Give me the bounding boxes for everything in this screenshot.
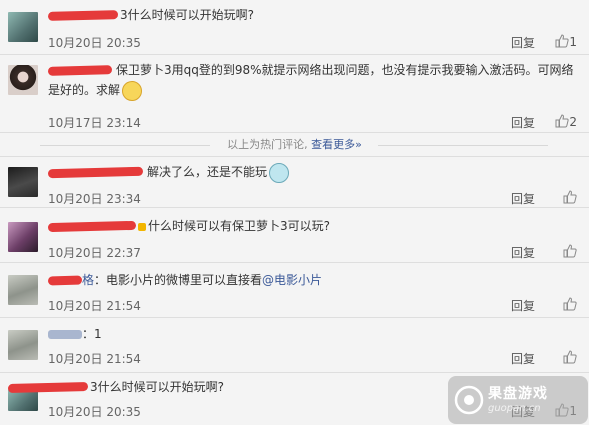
- user-avatar[interactable]: [8, 65, 38, 95]
- like-button[interactable]: 2: [543, 114, 577, 129]
- comment-time: 10月20日 23:34: [48, 192, 141, 206]
- divider-line-right: [378, 145, 548, 146]
- reply-button[interactable]: 回复: [511, 34, 535, 51]
- user-avatar[interactable]: [8, 167, 38, 197]
- reply-button[interactable]: 回复: [511, 350, 535, 367]
- comment-text: 1: [94, 327, 102, 341]
- user-avatar[interactable]: [8, 275, 38, 305]
- like-button[interactable]: 1: [543, 34, 577, 49]
- guopan-logo-icon: [454, 385, 484, 415]
- redacted-username: [7, 381, 89, 394]
- username-colon: ：: [82, 327, 95, 341]
- like-button[interactable]: [543, 297, 577, 312]
- like-count: 1: [569, 35, 577, 49]
- mention-link[interactable]: @电影小片: [262, 273, 322, 287]
- reply-button[interactable]: 回复: [511, 244, 535, 261]
- user-avatar[interactable]: [8, 222, 38, 252]
- comment-time: 10月20日 20:35: [48, 36, 141, 50]
- thumbs-up-icon: [555, 34, 570, 48]
- comment-item: 什么时候可以有保卫萝卜3可以玩? 10月20日 22:37 回复: [0, 208, 589, 263]
- sweat-face-emoji: [269, 162, 290, 183]
- comment-time: 10月20日 21:54: [48, 299, 141, 313]
- thumbs-up-icon: [555, 114, 570, 128]
- redacted-username: [47, 10, 119, 21]
- comment-text: 什么时候可以有保卫萝卜3可以玩?: [148, 219, 331, 233]
- comment-text: 电影小片的微博里可以直接看: [106, 273, 263, 287]
- comment-text: 解决了么，还是不能玩: [147, 165, 268, 179]
- guopan-watermark: 果盘游戏 guopan.cn: [448, 376, 588, 424]
- view-more-link[interactable]: 查看更多»: [311, 138, 362, 151]
- like-button[interactable]: [543, 244, 577, 259]
- user-avatar[interactable]: [8, 12, 38, 42]
- comment-item: 3什么时候可以开始玩啊? 10月20日 20:35 回复 1: [0, 0, 589, 55]
- thumbs-up-icon: [563, 297, 577, 311]
- comment-time: 10月17日 23:14: [48, 116, 141, 130]
- crown-badge-icon: [138, 222, 146, 231]
- redacted-username: [47, 220, 137, 233]
- like-count: 2: [569, 115, 577, 129]
- worried-face-emoji: [122, 80, 143, 101]
- comment-text: 3什么时候可以开始玩啊?: [120, 8, 255, 22]
- reply-button[interactable]: 回复: [511, 190, 535, 207]
- redacted-username: [47, 275, 83, 286]
- comment-time: 10月20日 21:54: [48, 352, 141, 366]
- hot-comments-divider: 以上为热门评论, 查看更多»: [0, 134, 589, 156]
- reply-button[interactable]: 回复: [511, 114, 535, 131]
- comment-time: 10月20日 20:35: [48, 405, 141, 419]
- username-colon: ：: [94, 273, 107, 287]
- thumbs-up-icon: [563, 190, 577, 204]
- like-button[interactable]: [543, 190, 577, 205]
- comment-text: 3什么时候可以开始玩啊?: [90, 380, 225, 394]
- comment-item: 保卫萝卜3用qq登的到98%就提示网络出现问题，也没有提示我要输入激活码。可网络…: [0, 55, 589, 133]
- comment-time: 10月20日 22:37: [48, 246, 141, 260]
- user-avatar[interactable]: [8, 330, 38, 360]
- hot-comments-label: 以上为热门评论,: [227, 138, 308, 151]
- username-tail[interactable]: 格: [82, 270, 94, 291]
- thumbs-up-icon: [563, 350, 577, 364]
- comment-item: 格：电影小片的微博里可以直接看@电影小片 10月20日 21:54 回复: [0, 263, 589, 318]
- blurred-username: [48, 330, 82, 339]
- like-button[interactable]: [543, 350, 577, 365]
- reply-button[interactable]: 回复: [511, 297, 535, 314]
- watermark-subtitle: guopan.cn: [488, 403, 541, 414]
- comment-item: ：1 10月20日 21:54 回复: [0, 318, 589, 373]
- divider-line-left: [40, 145, 210, 146]
- redacted-username: [47, 166, 144, 179]
- redacted-username: [47, 65, 113, 76]
- comment-item: 解决了么，还是不能玩 10月20日 23:34 回复: [0, 156, 589, 208]
- thumbs-up-icon: [563, 244, 577, 258]
- watermark-title: 果盘游戏: [488, 386, 548, 402]
